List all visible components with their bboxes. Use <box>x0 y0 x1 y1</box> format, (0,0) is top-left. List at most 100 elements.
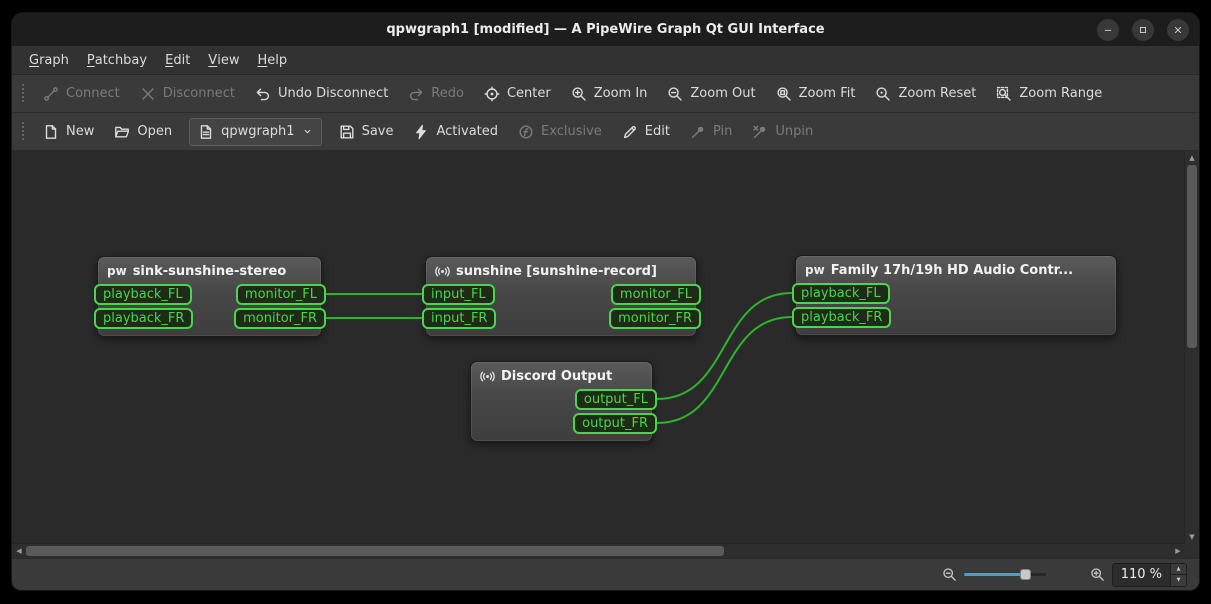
center-icon <box>484 86 500 102</box>
maximize-button[interactable] <box>1132 18 1154 41</box>
port-input-fr[interactable]: input_FR <box>422 307 497 329</box>
maximize-icon <box>1137 24 1149 36</box>
pipewire-icon: pw <box>805 263 825 277</box>
zoom-value: 110 % <box>1120 567 1162 582</box>
port-monitor-fr[interactable]: monitor_FR <box>609 307 701 329</box>
vertical-scrollbar-thumb[interactable] <box>1187 165 1197 348</box>
port-playback-fr[interactable]: playback_FR <box>792 306 892 328</box>
spin-down-button[interactable]: ▼ <box>1171 575 1186 586</box>
pin-button[interactable]: Pin <box>680 118 742 146</box>
toolbar-drag-handle[interactable] <box>21 83 24 104</box>
toolbar-drag-handle[interactable] <box>21 121 24 142</box>
port-monitor-fr[interactable]: monitor_FR <box>234 307 326 329</box>
activated-button[interactable]: Activated <box>403 118 508 146</box>
scroll-up-arrow[interactable]: ▲ <box>1185 151 1199 165</box>
scroll-down-arrow[interactable]: ▼ <box>1185 530 1199 544</box>
connect-button[interactable]: Connect <box>33 80 130 108</box>
close-button[interactable] <box>1167 18 1189 41</box>
zoom-spin-arrows: ▲ ▼ <box>1170 563 1186 586</box>
node-title-text: sink-sunshine-stereo <box>132 264 287 279</box>
activated-icon <box>413 124 429 140</box>
menu-patchbay[interactable]: Patchbay <box>78 46 156 74</box>
zoom-range-button[interactable]: Zoom Range <box>986 80 1112 108</box>
port-playback-fr[interactable]: playback_FR <box>94 307 194 329</box>
graph-canvas[interactable]: ▲ ▼ ◀ ▶ pw sink-sunshine-stereo playback_F… <box>12 151 1199 558</box>
caret-down-icon <box>302 126 313 137</box>
zoom-in-button[interactable]: Zoom In <box>561 80 658 108</box>
toolbar-label: Undo Disconnect <box>277 86 389 101</box>
port-input-fl[interactable]: input_FL <box>422 283 495 305</box>
menu-help[interactable]: Help <box>248 46 296 74</box>
menu-graph[interactable]: Graph <box>20 46 78 74</box>
port-output-fr[interactable]: output_FR <box>573 412 657 434</box>
pin-icon <box>690 124 706 140</box>
horizontal-scrollbar-thumb[interactable] <box>26 546 725 556</box>
session-icon <box>198 124 214 140</box>
zoom-spinbox[interactable]: 110 % ▲ ▼ <box>1111 562 1187 587</box>
open-button[interactable]: Open <box>104 118 182 146</box>
vertical-scrollbar-track[interactable] <box>1185 165 1199 530</box>
spin-up-button[interactable]: ▲ <box>1171 563 1186 575</box>
node-family-17h-19h-hd-audio-contr[interactable]: pw Family 17h/19h HD Audio Contr... playba… <box>792 255 1117 336</box>
zoom-fit-icon <box>776 86 792 102</box>
zoom-slider-handle[interactable] <box>1020 569 1032 580</box>
zoom-range-icon <box>996 86 1012 102</box>
new-button[interactable]: New <box>33 118 104 146</box>
zoom-reset-button[interactable]: Zoom Reset <box>865 80 986 108</box>
zoom-out-button[interactable]: Zoom Out <box>657 80 765 108</box>
unpin-icon <box>752 124 768 140</box>
vertical-scrollbar[interactable]: ▲ ▼ <box>1184 151 1199 544</box>
port-playback-fl[interactable]: playback_FL <box>792 282 890 304</box>
edit-icon <box>622 124 638 140</box>
center-button[interactable]: Center <box>474 80 561 108</box>
save-icon <box>339 124 355 140</box>
toolbar-label: Connect <box>66 86 120 101</box>
exclusive-button[interactable]: Exclusive <box>508 118 612 146</box>
menu-edit[interactable]: Edit <box>156 46 199 74</box>
node-discord-output[interactable]: Discord Output output_FL output_FR <box>470 361 657 442</box>
horizontal-scrollbar-track[interactable] <box>26 544 1171 558</box>
scroll-right-arrow[interactable]: ▶ <box>1171 544 1185 558</box>
open-icon <box>114 124 130 140</box>
node-title: Discord Output <box>471 366 652 389</box>
port-monitor-fl[interactable]: monitor_FL <box>610 283 701 305</box>
toolbar-label: Center <box>506 86 551 101</box>
horizontal-scrollbar[interactable]: ◀ ▶ <box>12 543 1185 558</box>
scroll-left-arrow[interactable]: ◀ <box>12 544 26 558</box>
disconnect-button[interactable]: Disconnect <box>130 80 245 108</box>
minimize-icon <box>1102 24 1114 36</box>
unpin-button[interactable]: Unpin <box>742 118 823 146</box>
node-title-text: sunshine [sunshine-record] <box>456 264 657 279</box>
port-playback-fl[interactable]: playback_FL <box>94 283 192 305</box>
disconnect-icon <box>140 86 156 102</box>
minimize-button[interactable] <box>1097 18 1119 41</box>
connections-layer <box>325 292 793 424</box>
toolbar-label: Pin <box>712 124 733 139</box>
node-title-text: Discord Output <box>501 369 613 384</box>
node-sink-sunshine-stereo[interactable]: pw sink-sunshine-stereo playback_FL monitor… <box>94 256 326 337</box>
qpwgraph1-button[interactable]: qpwgraph1 <box>189 117 322 146</box>
port-monitor-fl[interactable]: monitor_FL <box>235 283 326 305</box>
redo-button[interactable]: Redo <box>398 80 474 108</box>
redo-icon <box>408 86 424 102</box>
titlebar[interactable]: qpwgraph1 [modified] — A PipeWire Graph … <box>12 13 1199 46</box>
pipewire-icon: pw <box>107 264 127 278</box>
zoom-fit-button[interactable]: Zoom Fit <box>766 80 866 108</box>
toolbar-label: Open <box>137 124 173 139</box>
node-sunshine-sunshine-record[interactable]: sunshine [sunshine-record] input_FL monito… <box>422 256 701 337</box>
toolbar-label: Zoom Reset <box>898 86 977 101</box>
node-title: pw Family 17h/19h HD Audio Contr... <box>796 260 1116 283</box>
zoom-slider[interactable] <box>963 567 1046 582</box>
exclusive-icon <box>518 124 534 140</box>
toolbar-label: Zoom Out <box>690 86 756 101</box>
zoom-slider-fill <box>963 573 1026 576</box>
window-controls <box>1097 13 1189 46</box>
zoom-out-icon[interactable] <box>942 567 957 582</box>
edit-button[interactable]: Edit <box>612 118 680 146</box>
zoom-in-icon[interactable] <box>1090 567 1105 582</box>
node-title-text: Family 17h/19h HD Audio Contr... <box>830 263 1074 278</box>
undo-disconnect-button[interactable]: Undo Disconnect <box>245 80 398 108</box>
port-output-fl[interactable]: output_FL <box>574 388 657 410</box>
save-button[interactable]: Save <box>329 118 404 146</box>
menu-view[interactable]: View <box>199 46 248 74</box>
